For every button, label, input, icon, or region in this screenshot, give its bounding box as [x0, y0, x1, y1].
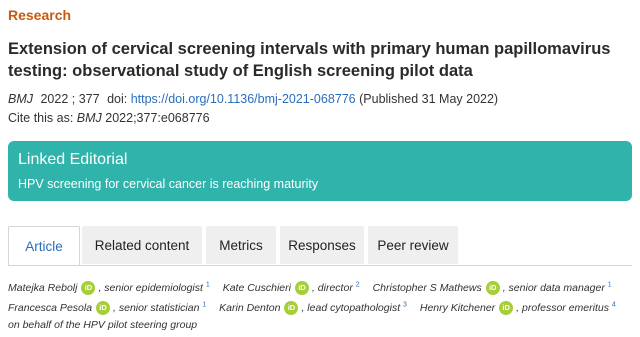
author-role: , senior data manager: [502, 281, 605, 294]
affiliation-marker[interactable]: 2: [356, 281, 360, 288]
author-item: Francesca Pesola iD, senior statistician …: [8, 301, 206, 316]
tab-responses[interactable]: Responses: [280, 226, 364, 264]
affiliation-marker[interactable]: 3: [403, 302, 407, 309]
cite-line: Cite this as: BMJ 2022;377:e068776: [8, 111, 210, 125]
author-name[interactable]: Henry Kitchener: [420, 302, 495, 314]
author-role: , professor emeritus: [516, 302, 609, 314]
author-role: , senior statistician: [113, 302, 200, 314]
cite-journal: BMJ: [76, 111, 102, 125]
author-list: Matejka Rebolj iD, senior epidemiologist …: [8, 276, 638, 334]
orcid-icon[interactable]: iD: [485, 280, 500, 295]
citation-line: BMJ 2022 ; 377 doi: https://doi.org/10.1…: [8, 92, 498, 106]
author-role: , lead cytopathologist: [301, 302, 401, 314]
published-date: (Published 31 May 2022): [359, 92, 499, 106]
affiliation-marker[interactable]: 1: [202, 302, 206, 309]
orcid-icon[interactable]: iD: [81, 280, 96, 295]
affiliation-marker[interactable]: 1: [608, 281, 612, 288]
author-item: Henry Kitchener iD, professor emeritus 4: [420, 301, 616, 316]
cite-ref: 2022;377:e068776: [105, 111, 210, 125]
orcid-icon[interactable]: iD: [284, 301, 299, 316]
orcid-icon[interactable]: iD: [499, 301, 514, 316]
article-tabs: Article Related content Metrics Response…: [8, 226, 632, 266]
author-name[interactable]: Christopher S Mathews: [373, 282, 482, 294]
year-volume: 2022 ; 377: [40, 92, 100, 106]
article-title: Extension of cervical screening interval…: [8, 40, 611, 80]
journal-name: BMJ: [8, 92, 33, 106]
author-item: Matejka Rebolj iD, senior epidemiologist …: [8, 280, 210, 295]
author-role: , director: [311, 281, 353, 294]
section-label[interactable]: Research: [8, 7, 71, 23]
author-item: Christopher S Mathews iD, senior data man…: [373, 280, 612, 295]
doi-link[interactable]: https://doi.org/10.1136/bmj-2021-068776: [131, 92, 356, 106]
tab-related-content[interactable]: Related content: [82, 226, 202, 264]
linked-editorial-heading: Linked Editorial: [18, 151, 128, 168]
author-name[interactable]: Matejka Rebolj: [8, 282, 77, 294]
tab-divider: [8, 265, 632, 266]
tab-peer-review[interactable]: Peer review: [368, 226, 458, 264]
author-item: Kate Cuschieri iD, director 2: [223, 280, 360, 295]
tab-metrics[interactable]: Metrics: [206, 226, 276, 264]
author-name[interactable]: Karin Denton: [219, 302, 280, 314]
doi-label: doi:: [107, 92, 128, 106]
author-item: Karin Denton iD, lead cytopathologist 3: [219, 301, 407, 316]
affiliation-marker[interactable]: 4: [612, 302, 616, 309]
author-name[interactable]: Kate Cuschieri: [223, 282, 291, 294]
linked-editorial-link[interactable]: HPV screening for cervical cancer is rea…: [18, 177, 318, 191]
linked-editorial-box: Linked Editorial HPV screening for cervi…: [8, 141, 632, 201]
affiliation-marker[interactable]: 1: [206, 281, 210, 288]
on-behalf-text: on behalf of the HPV pilot steering grou…: [8, 319, 198, 331]
orcid-icon[interactable]: iD: [96, 301, 111, 316]
tab-article[interactable]: Article: [8, 226, 80, 265]
author-role: , senior epidemiologist: [98, 281, 203, 294]
orcid-icon[interactable]: iD: [294, 280, 309, 295]
cite-label: Cite this as:: [8, 111, 74, 125]
author-name[interactable]: Francesca Pesola: [8, 302, 92, 314]
